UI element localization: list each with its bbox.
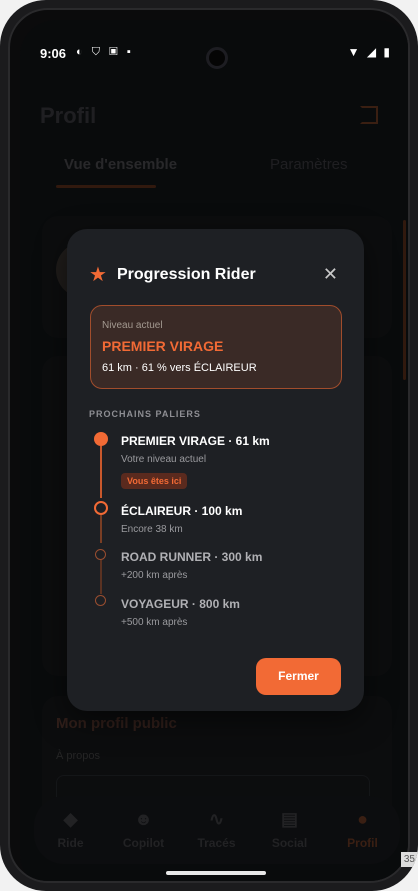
phone-bezel: Profil Vue d'ensemble Paramètres Mon pro…	[8, 8, 410, 883]
milestone-subtitle: Votre niveau actuel	[121, 454, 207, 465]
current-level-name: PREMIER VIRAGE	[102, 338, 224, 354]
milestone-subtitle: Encore 38 km	[121, 524, 183, 535]
phone-frame: Profil Vue d'ensemble Paramètres Mon pro…	[0, 0, 418, 891]
close-icon[interactable]: ✕	[323, 265, 338, 283]
front-camera	[206, 47, 228, 69]
milestone-dot-current	[94, 432, 108, 446]
milestone-dot	[95, 549, 106, 560]
current-badge: Vous êtes ici	[121, 473, 188, 489]
star-icon: ★	[89, 264, 107, 286]
milestone-dot-next	[94, 501, 108, 515]
home-indicator[interactable]	[166, 871, 266, 875]
signal-battery-icons: ▼ ◢ ▮	[347, 45, 392, 59]
current-level-progress: 61 km · 61 % vers ÉCLAIREUR	[102, 362, 257, 374]
milestone-title: PREMIER VIRAGE · 61 km	[121, 434, 270, 448]
milestone-title: VOYAGEUR · 800 km	[121, 597, 240, 611]
timeline-line	[100, 446, 102, 498]
close-button[interactable]: Fermer	[256, 658, 341, 695]
milestone-subtitle: +500 km après	[121, 617, 188, 628]
milestone-title: ÉCLAIREUR · 100 km	[121, 504, 243, 518]
edge-badge: 35	[400, 852, 418, 867]
notification-icons: ◐ ⛉ ▣ ▪	[76, 46, 134, 58]
milestone-title: ROAD RUNNER · 300 km	[121, 550, 263, 564]
status-time: 9:06	[40, 46, 67, 61]
current-level-label: Niveau actuel	[102, 320, 163, 331]
milestone-subtitle: +200 km après	[121, 570, 188, 581]
milestones-section-title: PROCHAINS PALIERS	[89, 409, 201, 419]
progression-modal: ★ Progression Rider ✕ Niveau actuel PREM…	[67, 229, 364, 711]
current-level-card: Niveau actuel PREMIER VIRAGE 61 km · 61 …	[90, 305, 342, 389]
timeline-line	[100, 560, 102, 594]
timeline-line	[100, 515, 102, 543]
modal-title: Progression Rider	[117, 266, 256, 283]
milestone-dot	[95, 595, 106, 606]
screen: Profil Vue d'ensemble Paramètres Mon pro…	[20, 20, 408, 881]
